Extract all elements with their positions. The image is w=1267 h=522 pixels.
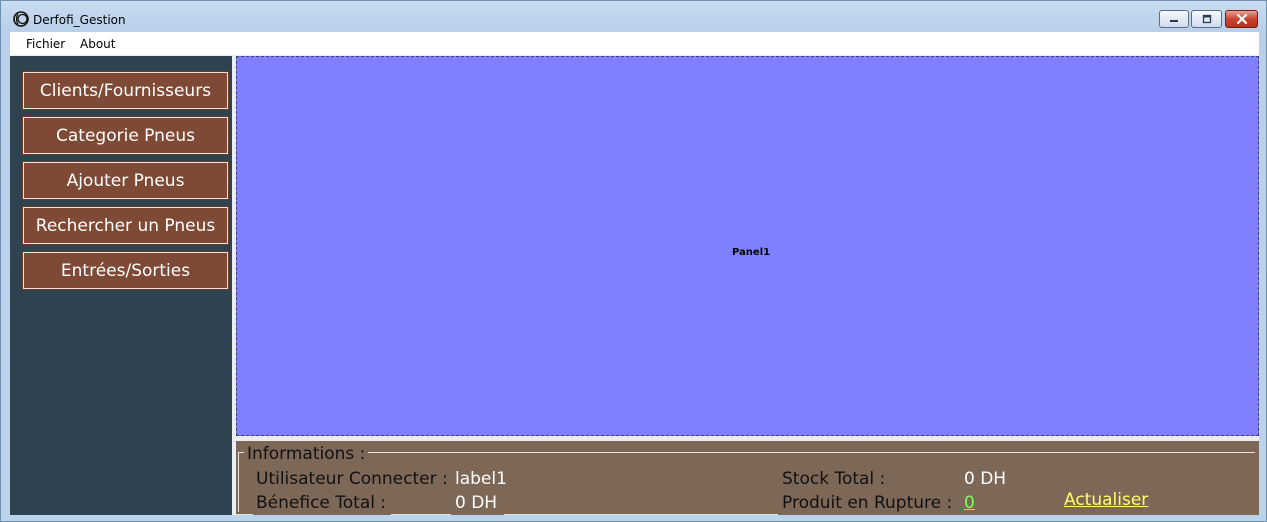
rupture-value[interactable]: 0 bbox=[964, 493, 975, 513]
informations-panel: Informations : Utilisateur Connecter : l… bbox=[236, 441, 1259, 515]
app-icon bbox=[13, 11, 29, 27]
ajouter-pneus-button[interactable]: Ajouter Pneus bbox=[22, 161, 229, 200]
title-bar[interactable]: Derfofi_Gestion bbox=[1, 1, 1266, 32]
menu-bar: Fichier About bbox=[10, 32, 1259, 55]
stock-value: 0 DH bbox=[964, 469, 1007, 489]
menu-fichier[interactable]: Fichier bbox=[26, 37, 65, 51]
separator-line bbox=[391, 514, 451, 515]
minimize-icon bbox=[1170, 20, 1178, 22]
close-icon bbox=[1236, 13, 1247, 25]
maximize-button[interactable] bbox=[1191, 10, 1222, 28]
panel-label: Panel1 bbox=[732, 247, 771, 258]
client-area: Clients/Fournisseurs Categorie Pneus Ajo… bbox=[10, 55, 1259, 515]
categorie-pneus-button[interactable]: Categorie Pneus bbox=[22, 116, 229, 155]
benefit-label: Bénefice Total : bbox=[256, 493, 387, 513]
menu-about[interactable]: About bbox=[80, 37, 115, 51]
rupture-label: Produit en Rupture : bbox=[782, 493, 953, 513]
minimize-button[interactable] bbox=[1159, 10, 1189, 28]
window-title: Derfofi_Gestion bbox=[33, 13, 126, 27]
sidebar: Clients/Fournisseurs Categorie Pneus Ajo… bbox=[10, 56, 232, 515]
entrees-sorties-button[interactable]: Entrées/Sorties bbox=[22, 251, 229, 290]
rechercher-pneus-button[interactable]: Rechercher un Pneus bbox=[22, 206, 229, 245]
main-window: Derfofi_Gestion Fichier About Clients/Fo… bbox=[0, 0, 1267, 522]
informations-title: Informations : bbox=[244, 444, 369, 464]
close-button[interactable] bbox=[1225, 10, 1258, 28]
main-panel: Panel1 bbox=[236, 56, 1259, 436]
actualiser-link[interactable]: Actualiser bbox=[1064, 490, 1148, 510]
clients-fournisseurs-button[interactable]: Clients/Fournisseurs bbox=[22, 71, 229, 110]
separator-line bbox=[236, 514, 253, 515]
user-label: Utilisateur Connecter : bbox=[256, 469, 448, 489]
separator-line bbox=[504, 514, 778, 515]
user-value: label1 bbox=[455, 469, 507, 489]
benefit-value: 0 DH bbox=[455, 493, 498, 513]
maximize-icon bbox=[1202, 14, 1211, 24]
stock-label: Stock Total : bbox=[782, 469, 886, 489]
